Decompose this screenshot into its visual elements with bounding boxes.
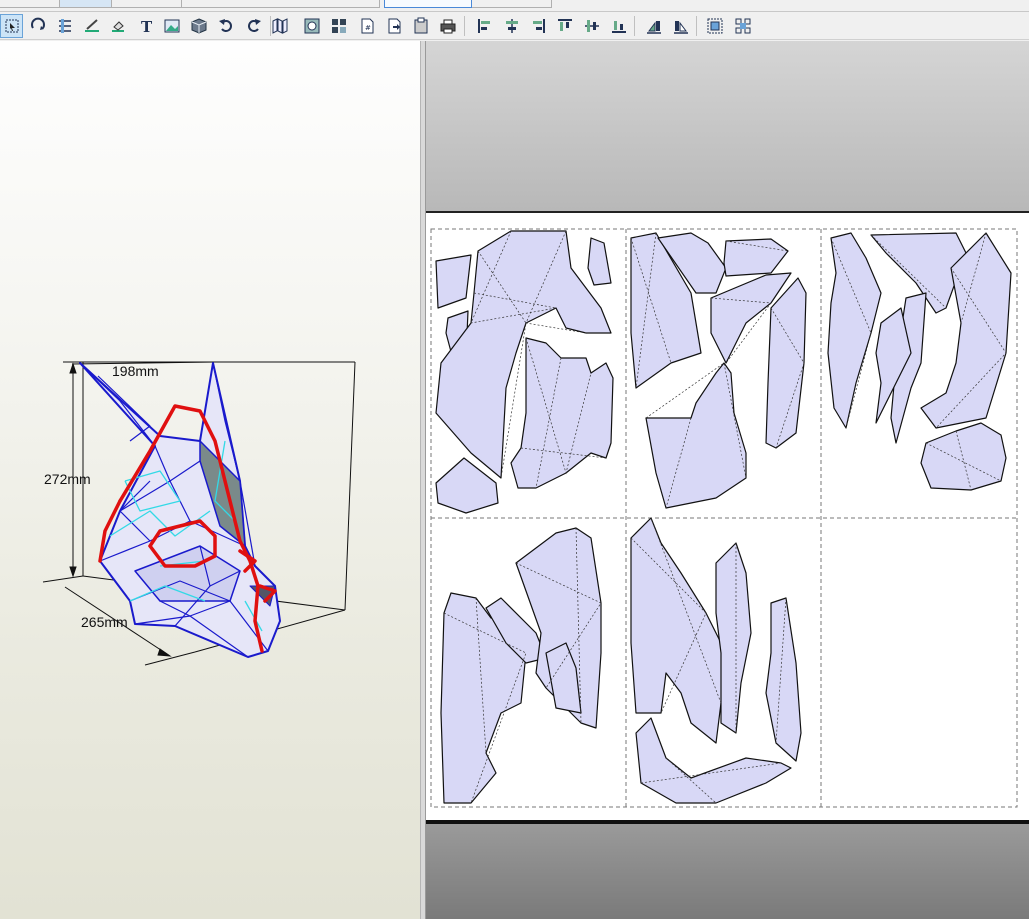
image-button[interactable] (160, 14, 183, 38)
app-window: T # 198mm 272mm 265mm (0, 0, 1029, 919)
rotate-view-button[interactable] (26, 14, 49, 38)
align-right-icon (532, 19, 545, 33)
toolbar-separator (634, 16, 635, 36)
align-top-button[interactable] (553, 14, 576, 38)
image-icon (164, 19, 179, 33)
3d-view-pane[interactable]: 198mm 272mm 265mm (0, 41, 420, 919)
tab-strip (0, 0, 1029, 12)
toolbar-separator (464, 16, 465, 36)
edge-adjust-button[interactable] (53, 14, 76, 38)
paper-sheet[interactable] (426, 211, 1029, 824)
pattern-piece[interactable] (510, 337, 614, 489)
line-style-button[interactable] (80, 14, 103, 38)
show-faces-icon (304, 18, 319, 34)
redo-button[interactable] (242, 14, 265, 38)
pattern-piece[interactable] (765, 277, 807, 449)
height-dimension-label: 272mm (44, 471, 91, 487)
align-left-button[interactable] (473, 14, 496, 38)
pattern-piece[interactable] (630, 517, 727, 744)
page-number-icon: # (361, 18, 373, 34)
tab-segment[interactable] (182, 0, 380, 8)
clipboard-button[interactable] (409, 14, 432, 38)
print-button[interactable] (436, 14, 459, 38)
paint-icon (111, 21, 124, 32)
undo-icon (218, 19, 232, 32)
text-icon: T (141, 18, 153, 35)
text-button[interactable]: T (134, 14, 157, 38)
flip-left-icon (646, 21, 661, 34)
pattern-canvas[interactable] (426, 213, 1029, 820)
align-center-h-icon (505, 19, 518, 33)
redo-icon (247, 19, 261, 32)
align-top-icon (557, 19, 572, 31)
svg-text:#: # (365, 24, 371, 32)
pattern-piece[interactable] (765, 597, 802, 762)
workspace-background (426, 824, 1029, 919)
pattern-piece[interactable] (645, 362, 747, 509)
3d-box-icon (191, 18, 206, 34)
pattern-piece[interactable] (587, 237, 612, 286)
3d-box-button[interactable] (187, 14, 210, 38)
tab-segment[interactable] (60, 0, 112, 8)
print-icon (440, 19, 455, 34)
pattern-piece[interactable] (827, 232, 882, 429)
toolbar-separator (696, 16, 697, 36)
line-style-icon (84, 19, 99, 32)
clipboard-icon (414, 17, 427, 34)
align-bottom-icon (611, 21, 626, 33)
select-mode-button[interactable] (0, 14, 23, 38)
toolbar: T # (0, 12, 1029, 40)
width-dimension-label: 198mm (112, 363, 159, 379)
align-center-v-button[interactable] (580, 14, 603, 38)
tab-segment[interactable] (112, 0, 182, 8)
active-tab[interactable] (384, 0, 472, 8)
tab-segment[interactable] (472, 0, 552, 8)
2d-pattern-pane[interactable] (426, 41, 1029, 919)
edge-adjust-icon (58, 19, 71, 33)
align-bottom-button[interactable] (607, 14, 630, 38)
grid-layout-icon (331, 19, 346, 33)
rotate-view-icon (30, 17, 45, 30)
ungroup-button[interactable] (731, 14, 754, 38)
pattern-piece[interactable] (435, 254, 472, 309)
svg-text:T: T (141, 18, 153, 35)
select-mode-icon (5, 19, 18, 33)
align-left-icon (477, 19, 490, 33)
unfold-button[interactable] (268, 14, 291, 38)
flip-right-button[interactable] (669, 14, 692, 38)
tab-segment[interactable] (0, 0, 60, 8)
unfold-icon (272, 18, 287, 34)
paint-button[interactable] (106, 14, 129, 38)
pattern-piece[interactable] (920, 422, 1007, 491)
page-export-icon (388, 18, 400, 34)
toolbar-separator (270, 16, 271, 36)
workspace-background (426, 41, 1029, 211)
pattern-piece[interactable] (715, 542, 752, 734)
group-button[interactable] (703, 14, 726, 38)
page-export-button[interactable] (382, 14, 405, 38)
undo-button[interactable] (214, 14, 237, 38)
flip-left-button[interactable] (642, 14, 665, 38)
group-icon (707, 18, 722, 34)
flip-right-icon (673, 21, 688, 34)
pattern-piece[interactable] (723, 238, 789, 277)
align-center-v-icon (584, 20, 599, 32)
show-faces-button[interactable] (300, 14, 323, 38)
page-number-button[interactable]: # (355, 14, 378, 38)
fox-mask-model[interactable] (79, 362, 281, 658)
grid-layout-button[interactable] (327, 14, 350, 38)
align-right-button[interactable] (526, 14, 549, 38)
unfolded-parts[interactable] (435, 230, 1012, 804)
depth-dimension-label: 265mm (81, 614, 128, 630)
ungroup-icon (735, 18, 750, 34)
align-center-h-button[interactable] (500, 14, 523, 38)
